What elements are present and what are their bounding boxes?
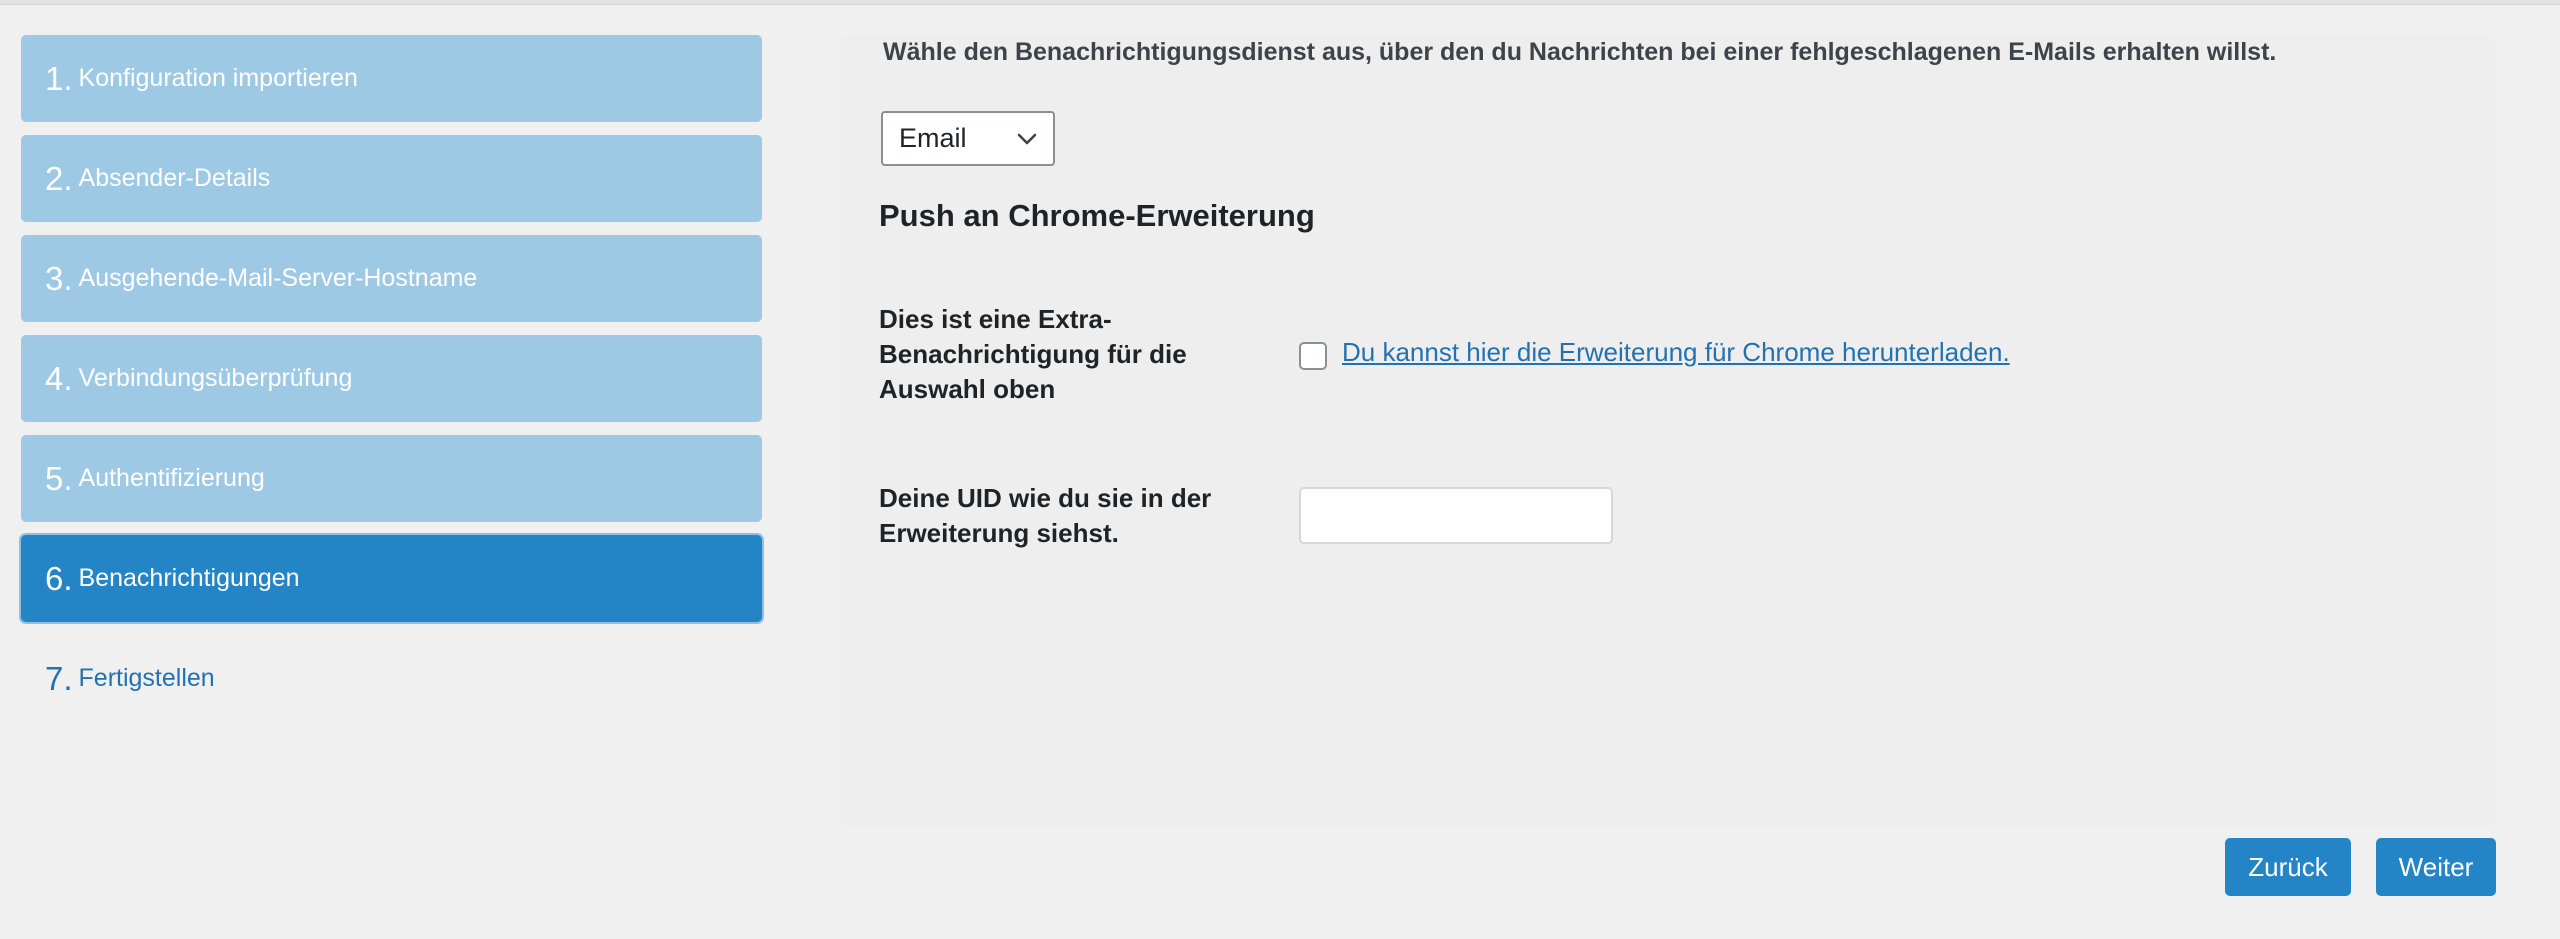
step-label: Absender-Details [78, 164, 271, 192]
wizard-steps: 1. Konfiguration importieren 2. Absender… [21, 35, 762, 735]
step-label: Fertigstellen [78, 664, 215, 692]
step-label: Verbindungsüberprüfung [78, 364, 353, 392]
step-label: Konfiguration importieren [78, 64, 358, 92]
next-button[interactable]: Weiter [2376, 838, 2496, 896]
step-label: Ausgehende-Mail-Server-Hostname [78, 264, 478, 292]
settings-panel [840, 35, 2495, 825]
step-2-sender-details[interactable]: 2. Absender-Details [21, 135, 762, 222]
step-3-outgoing-mail-server[interactable]: 3. Ausgehende-Mail-Server-Hostname [21, 235, 762, 322]
step-number: 3. [45, 260, 73, 297]
select-value: Email [899, 123, 967, 153]
step-number: 6. [45, 560, 73, 597]
step-number: 1. [45, 60, 73, 97]
extra-notification-label: Dies ist eine Extra-Benachrichtigung für… [879, 304, 1187, 404]
step-7-finish[interactable]: 7. Fertigstellen [21, 635, 762, 722]
top-divider [0, 0, 2560, 5]
step-4-connection-check[interactable]: 4. Verbindungsüberprüfung [21, 335, 762, 422]
notification-service-description: Wähle den Benachrichtigungsdienst aus, ü… [883, 38, 2277, 66]
extra-notification-checkbox[interactable] [1299, 342, 1327, 370]
chrome-extension-download-link[interactable]: Du kannst hier die Erweiterung für Chrom… [1342, 337, 2010, 368]
chevron-down-icon [1017, 133, 1037, 145]
step-label: Authentifizierung [78, 464, 265, 492]
step-5-authentication[interactable]: 5. Authentifizierung [21, 435, 762, 522]
step-label: Benachrichtigungen [78, 564, 300, 592]
step-1-import-configuration[interactable]: 1. Konfiguration importieren [21, 35, 762, 122]
step-6-notifications[interactable]: 6. Benachrichtigungen [21, 535, 762, 622]
step-number: 2. [45, 160, 73, 197]
step-number: 5. [45, 460, 73, 497]
uid-label: Deine UID wie du sie in der Erweiterung … [879, 483, 1212, 548]
back-button[interactable]: Zurück [2225, 838, 2351, 896]
uid-input[interactable] [1299, 487, 1613, 544]
notification-service-select[interactable]: Email [881, 111, 1055, 166]
step-number: 4. [45, 360, 73, 397]
chrome-push-heading: Push an Chrome-Erweiterung [879, 198, 1315, 233]
step-number: 7. [45, 660, 73, 697]
